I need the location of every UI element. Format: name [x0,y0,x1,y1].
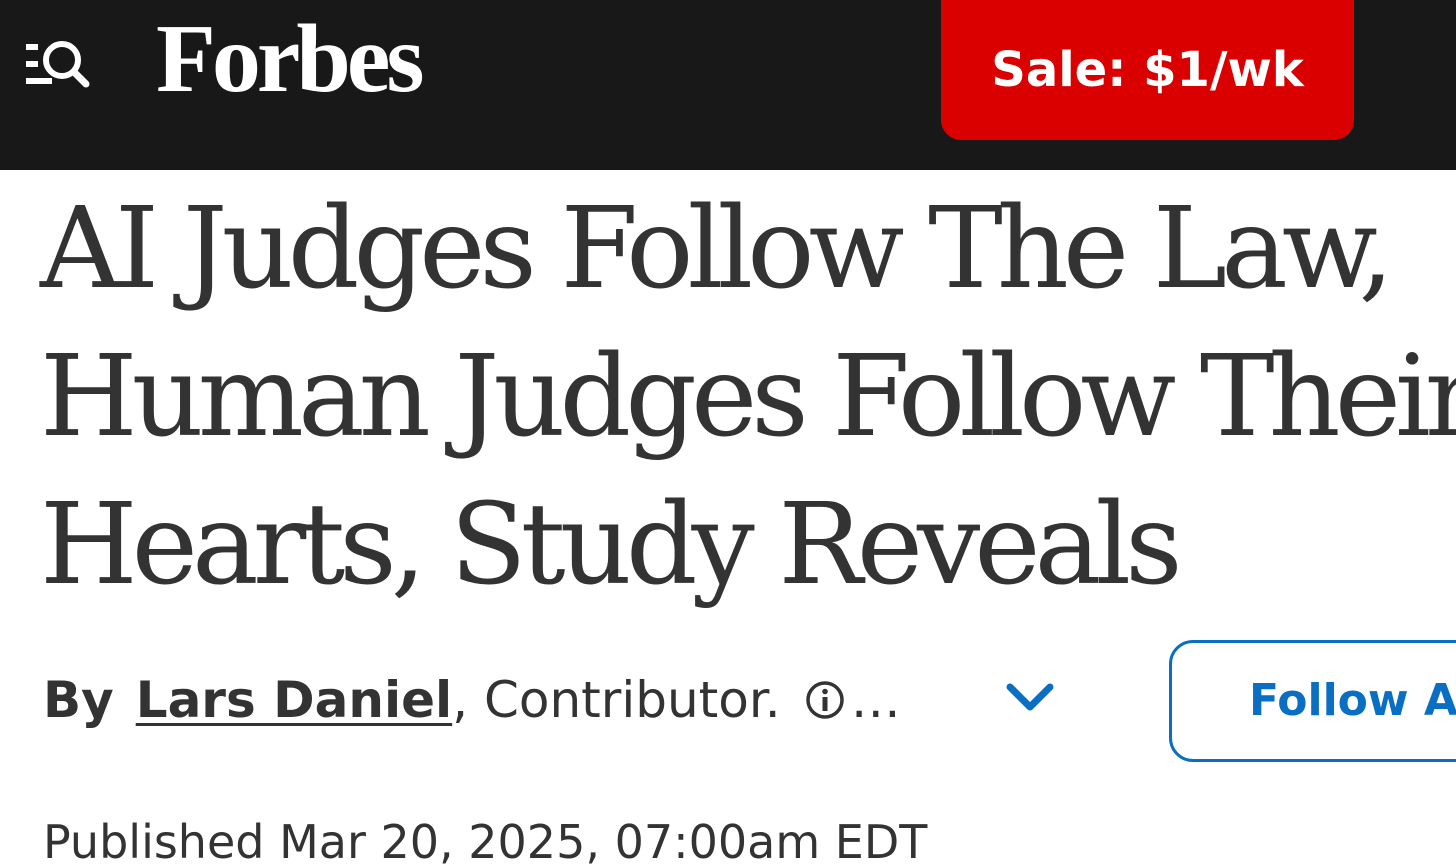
chevron-down-icon[interactable] [1003,678,1057,718]
byline-prefix: By [43,671,114,729]
publish-date: Published Mar 20, 2025, 07:00am EDT [43,815,928,868]
byline: By Lars Daniel , Contributor. … [43,670,901,730]
info-icon[interactable] [805,680,845,720]
author-link[interactable]: Lars Daniel [136,671,452,729]
menu-search-icon[interactable] [24,36,90,92]
headline-line-1: AI Judges Follow The Law, [40,184,1394,314]
headline-line-3: Hearts, Study Reveals [40,480,1183,610]
author-role: , Contributor. [452,671,781,729]
follow-author-button[interactable]: Follow Author [1169,640,1456,762]
headline-line-2: Human Judges Follow Their [40,332,1456,462]
forbes-logo[interactable]: Forbes [156,10,424,108]
article-headline: AI Judges Follow The Law, Human Judges F… [40,175,1456,619]
byline-ellipsis: … [850,671,901,729]
sale-subscribe-button[interactable]: Sale: $1/wk [941,0,1354,140]
top-bar: Forbes Sale: $1/wk [0,0,1456,170]
